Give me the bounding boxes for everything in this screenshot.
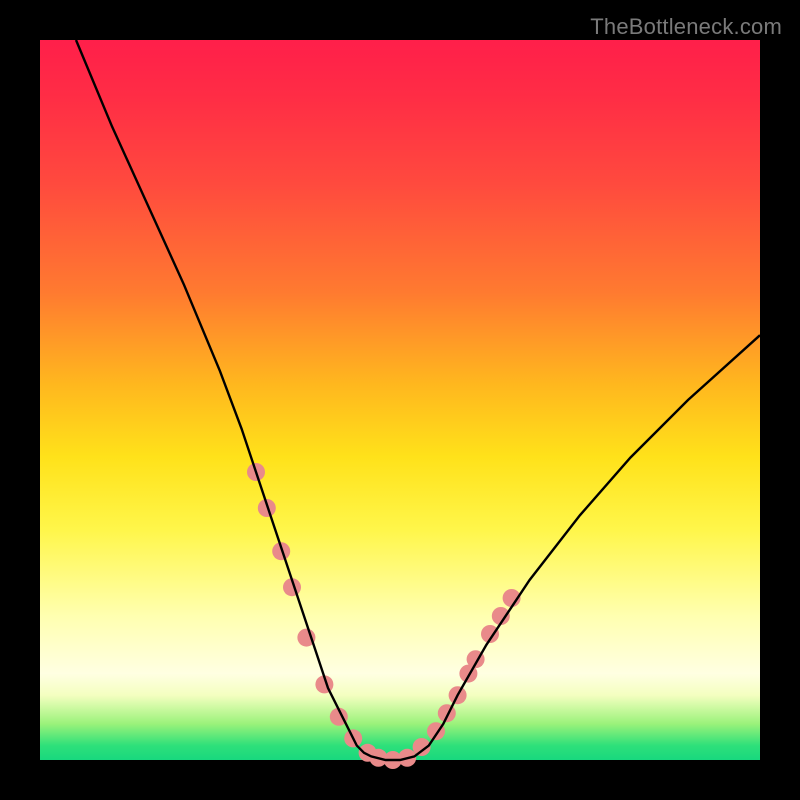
watermark-text: TheBottleneck.com <box>590 14 782 40</box>
bottleneck-curve <box>76 40 760 760</box>
chart-svg <box>40 40 760 760</box>
plot-area <box>40 40 760 760</box>
marker-group <box>247 463 521 769</box>
chart-frame: TheBottleneck.com <box>0 0 800 800</box>
data-marker <box>438 704 456 722</box>
